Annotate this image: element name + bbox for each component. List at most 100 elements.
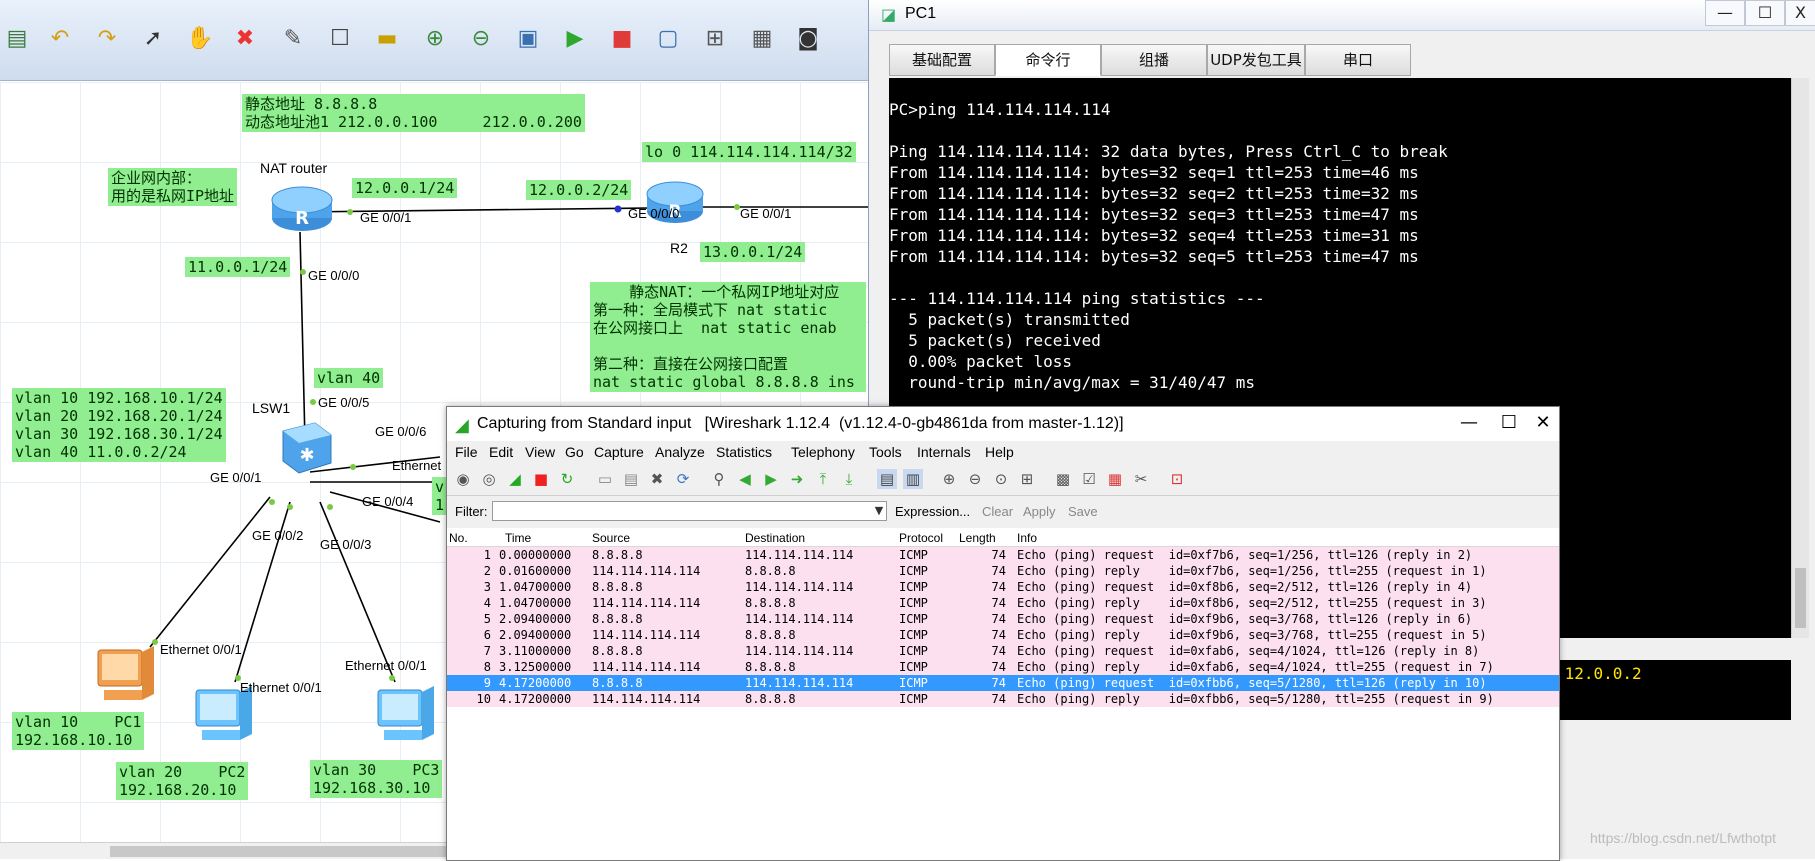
delete-icon[interactable]: ✖ bbox=[230, 24, 260, 54]
ip-note-12-0-0-2[interactable]: 12.0.0.2/24 bbox=[526, 180, 632, 200]
stop-capture-icon[interactable]: ■ bbox=[531, 469, 551, 489]
table-row[interactable]: 4 1.04700000 114.114.114.114 8.8.8.8 ICMP 74 E… bbox=[447, 595, 1559, 611]
find-packet-icon[interactable]: ⚲ bbox=[709, 469, 729, 489]
chevron-down-icon[interactable]: ▼ bbox=[871, 502, 887, 520]
tab-serial[interactable]: 串口 bbox=[1305, 44, 1411, 76]
text-note-icon[interactable]: ☐ bbox=[325, 24, 355, 54]
restart-capture-icon[interactable]: ↻ bbox=[557, 469, 577, 489]
vlan-list-note[interactable]: vlan 10 192.168.10.1/24 vlan 20 192.168.… bbox=[12, 388, 226, 462]
table-row[interactable]: 10 4.17200000 114.114.114.114 8.8.8.8 ICMP 74… bbox=[447, 691, 1559, 707]
wireshark-titlebar[interactable]: ◢ Capturing from Standard input [Wiresha… bbox=[447, 407, 1559, 441]
terminal-scrollbar[interactable] bbox=[1791, 78, 1809, 638]
menu-internals[interactable]: Internals bbox=[917, 444, 971, 460]
go-to-packet-icon[interactable]: ➜ bbox=[787, 469, 807, 489]
tab-command-line[interactable]: 命令行 bbox=[995, 44, 1101, 76]
last-packet-icon[interactable]: ⤓ bbox=[839, 469, 859, 489]
ip-note-13-0-0-1[interactable]: 13.0.0.1/24 bbox=[700, 242, 806, 262]
start-device-icon[interactable]: ▶ bbox=[560, 24, 590, 54]
menu-telephony[interactable]: Telephony bbox=[791, 444, 855, 460]
expression-button[interactable]: Expression... bbox=[895, 504, 970, 519]
ip-note-11-0-0-1[interactable]: 11.0.0.1/24 bbox=[185, 257, 291, 277]
table-row[interactable]: 1 0.00000000 8.8.8.8 114.114.114.114 ICMP 74 E… bbox=[447, 547, 1559, 563]
enterprise-note[interactable]: 企业网内部： 用的是私网IP地址 bbox=[108, 168, 238, 206]
table-row[interactable]: 2 0.01600000 114.114.114.114 8.8.8.8 ICMP 74 E… bbox=[447, 563, 1559, 579]
tab-basic-config[interactable]: 基础配置 bbox=[889, 44, 995, 76]
coloring-rules-icon[interactable]: ▦ bbox=[1105, 469, 1125, 489]
preferences-icon[interactable]: ✂ bbox=[1131, 469, 1151, 489]
pointer-icon[interactable]: ➚ bbox=[138, 24, 168, 54]
topology-icon[interactable]: ⊞ bbox=[700, 24, 730, 54]
grid-icon[interactable]: ▦ bbox=[747, 24, 777, 54]
nat-address-note[interactable]: 静态地址 8.8.8.8 动态地址池1 212.0.0.100 212.0.0.… bbox=[242, 94, 585, 132]
hand-icon[interactable]: ✋ bbox=[185, 24, 215, 54]
stop-device-icon[interactable]: ■ bbox=[607, 24, 637, 54]
partial-note[interactable]: v 1 bbox=[432, 477, 448, 515]
resize-columns-icon[interactable]: ⊞ bbox=[1017, 469, 1037, 489]
table-row[interactable]: 5 2.09400000 8.8.8.8 114.114.114.114 ICMP 74 E… bbox=[447, 611, 1559, 627]
interfaces-icon[interactable]: ◉ bbox=[453, 469, 473, 489]
delete-link-icon[interactable]: ✎ bbox=[278, 24, 308, 54]
save-file-icon[interactable]: ▤ bbox=[621, 469, 641, 489]
pc1-note[interactable]: vlan 10 PC1 192.168.10.10 bbox=[12, 712, 145, 750]
menu-file[interactable]: File bbox=[455, 444, 478, 460]
menu-help[interactable]: Help bbox=[985, 444, 1014, 460]
menu-statistics[interactable]: Statistics bbox=[716, 444, 772, 460]
table-row[interactable]: 6 2.09400000 114.114.114.114 8.8.8.8 ICMP 74 E… bbox=[447, 627, 1559, 643]
column-header-length[interactable]: Length bbox=[959, 531, 996, 545]
menu-edit[interactable]: Edit bbox=[489, 444, 513, 460]
scrollbar-thumb[interactable] bbox=[1795, 568, 1806, 628]
table-row[interactable]: 9 4.17200000 8.8.8.8 114.114.114.114 ICMP 74 E… bbox=[447, 675, 1559, 691]
zoom-in-icon[interactable]: ⊕ bbox=[939, 469, 959, 489]
minimize-button[interactable]: — bbox=[1705, 0, 1745, 26]
redo-icon[interactable]: ↷ bbox=[92, 24, 122, 54]
apply-button[interactable]: Apply bbox=[1023, 504, 1056, 519]
nat-router-icon[interactable]: R bbox=[270, 182, 334, 234]
filter-input[interactable] bbox=[492, 501, 887, 521]
pc2-note[interactable]: vlan 20 PC2 192.168.20.10 bbox=[116, 762, 249, 800]
vlan40-note[interactable]: vlan 40 bbox=[314, 368, 384, 388]
rectangle-icon[interactable]: ▬ bbox=[372, 24, 402, 54]
display-filters-icon[interactable]: ☑ bbox=[1079, 469, 1099, 489]
table-row[interactable]: 7 3.11000000 8.8.8.8 114.114.114.114 ICMP 74 E… bbox=[447, 643, 1559, 659]
tab-udp-tool[interactable]: UDP发包工具 bbox=[1207, 44, 1305, 76]
maximize-button[interactable]: ☐ bbox=[1745, 0, 1785, 26]
capture-filters-icon[interactable]: ▩ bbox=[1053, 469, 1073, 489]
print-icon[interactable]: ▤ bbox=[2, 24, 32, 54]
menu-go[interactable]: Go bbox=[565, 444, 584, 460]
tab-multicast[interactable]: 组播 bbox=[1101, 44, 1207, 76]
zoom-in-icon[interactable]: ⊕ bbox=[420, 24, 450, 54]
close-button[interactable]: ✕ bbox=[1521, 411, 1565, 437]
normal-size-icon[interactable]: ⊙ bbox=[991, 469, 1011, 489]
minimize-button[interactable]: — bbox=[1447, 411, 1491, 437]
menu-tools[interactable]: Tools bbox=[869, 444, 902, 460]
undo-icon[interactable]: ↶ bbox=[45, 24, 75, 54]
pc3-computer-icon[interactable] bbox=[372, 682, 438, 752]
capture-icon[interactable]: ▢ bbox=[653, 24, 683, 54]
auto-scroll-icon[interactable]: ▥ bbox=[903, 469, 923, 489]
options-icon[interactable]: ◎ bbox=[479, 469, 499, 489]
pc1-computer-icon[interactable] bbox=[92, 642, 158, 712]
open-file-icon[interactable]: ▭ bbox=[595, 469, 615, 489]
scrollbar-thumb[interactable] bbox=[110, 846, 450, 857]
pc3-note[interactable]: vlan 30 PC3 192.168.30.10 bbox=[310, 760, 443, 798]
table-row[interactable]: 3 1.04700000 8.8.8.8 114.114.114.114 ICMP 74 E… bbox=[447, 579, 1559, 595]
ip-note-12-0-0-1[interactable]: 12.0.0.1/24 bbox=[352, 178, 458, 198]
column-header-destination[interactable]: Destination bbox=[745, 531, 805, 545]
clear-button[interactable]: Clear bbox=[982, 504, 1013, 519]
colorize-icon[interactable]: ▤ bbox=[877, 469, 897, 489]
zoom-out-icon[interactable]: ⊖ bbox=[965, 469, 985, 489]
column-header-time[interactable]: Time bbox=[505, 531, 531, 545]
lsw1-switch-icon[interactable]: ✱ bbox=[275, 417, 335, 477]
start-capture-icon[interactable]: ◢ bbox=[505, 469, 525, 489]
fit-view-icon[interactable]: ▣ bbox=[513, 24, 543, 54]
menu-capture[interactable]: Capture bbox=[594, 444, 644, 460]
menu-analyze[interactable]: Analyze bbox=[655, 444, 705, 460]
loopback-note[interactable]: lo 0 114.114.114.114/32 bbox=[642, 142, 856, 162]
static-nat-note[interactable]: 静态NAT：一个私网IP地址对应 第一种：全局模式下 nat static 在公… bbox=[590, 282, 866, 392]
menu-view[interactable]: View bbox=[525, 444, 555, 460]
first-packet-icon[interactable]: ⤒ bbox=[813, 469, 833, 489]
close-file-icon[interactable]: ✖ bbox=[647, 469, 667, 489]
go-forward-icon[interactable]: ▶ bbox=[761, 469, 781, 489]
close-button[interactable]: X bbox=[1785, 0, 1815, 26]
pc1-titlebar[interactable]: ◪ PC1 — ☐ X bbox=[869, 0, 1815, 31]
